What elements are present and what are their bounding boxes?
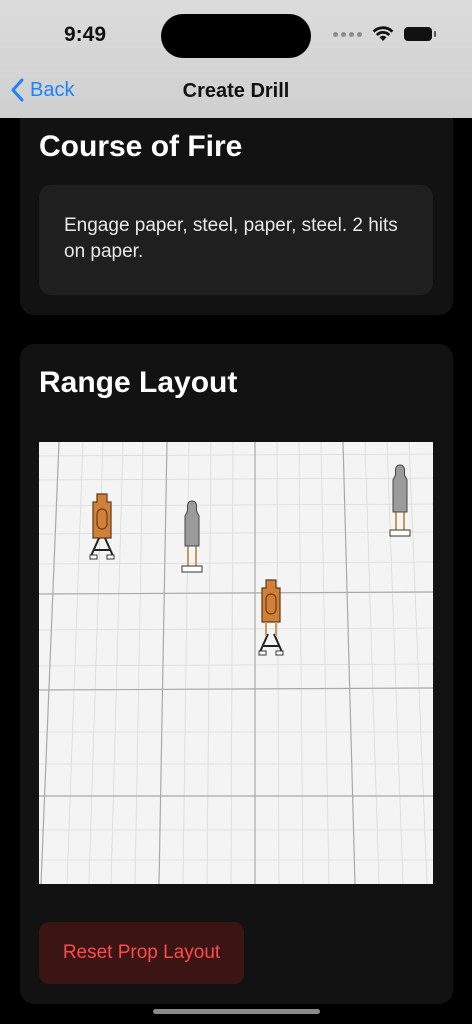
page-title: Create Drill: [182, 80, 290, 102]
range-grid: [39, 442, 433, 884]
range-layout-card: Range Layout Reset Prop Layout: [20, 344, 453, 1004]
paper-target-prop[interactable]: [89, 493, 115, 560]
reset-prop-layout-button[interactable]: Reset Prop Layout: [39, 922, 244, 984]
status-icons: [333, 26, 436, 42]
screen: 9:49 Back Create Drill Course of Fire En…: [0, 0, 472, 1024]
cellular-signal-icon: [333, 31, 362, 37]
course-of-fire-card: Course of Fire Engage paper, steel, pape…: [20, 100, 453, 315]
status-time: 9:49: [64, 23, 107, 46]
home-indicator[interactable]: [153, 1009, 320, 1014]
range-layout-title: Range Layout: [39, 366, 238, 399]
range-layout-3d-view[interactable]: [39, 442, 433, 884]
wifi-icon: [372, 26, 394, 41]
course-of-fire-description-box[interactable]: Engage paper, steel, paper, steel. 2 hit…: [39, 185, 433, 295]
navigation-bar: 9:49 Back Create Drill: [0, 0, 472, 118]
course-of-fire-title: Course of Fire: [39, 130, 243, 163]
dynamic-island: [161, 14, 311, 58]
course-of-fire-description: Engage paper, steel, paper, steel. 2 hit…: [64, 215, 398, 262]
battery-icon: [404, 27, 436, 41]
